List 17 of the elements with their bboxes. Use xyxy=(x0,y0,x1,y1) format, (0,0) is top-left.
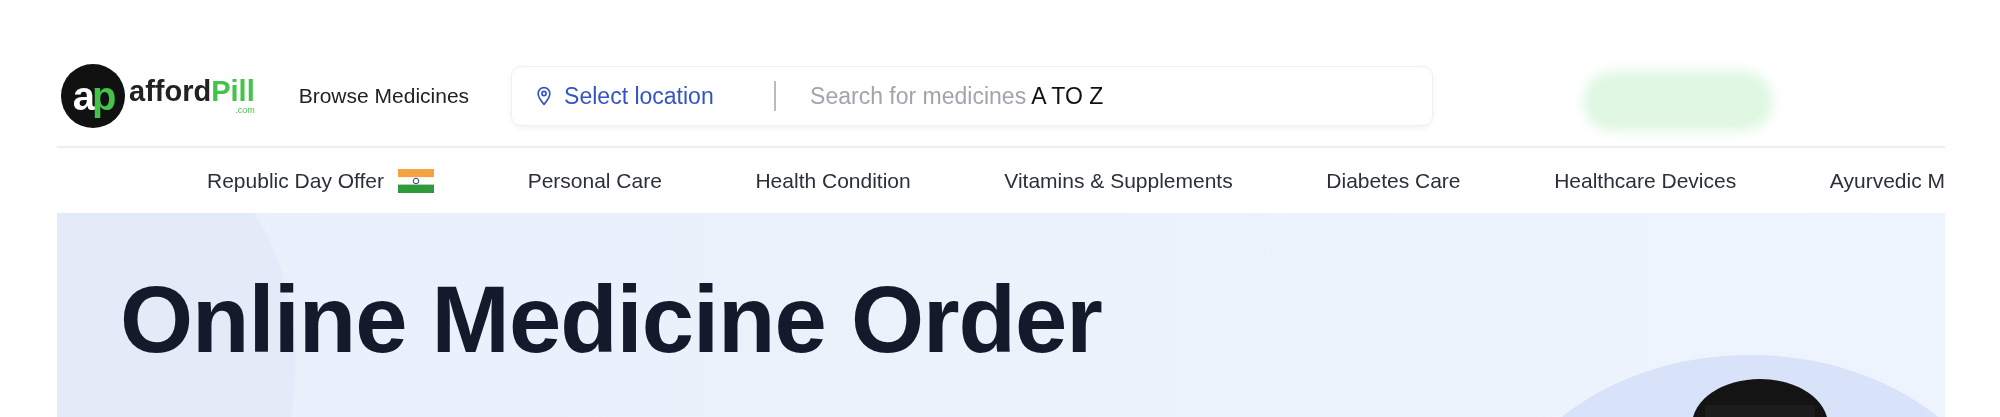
category-link[interactable]: Healthcare Devices xyxy=(1554,168,1737,193)
flag-icon xyxy=(398,168,435,193)
search-bar[interactable]: Select location Search for medicines A TO Z xyxy=(511,66,1434,126)
category-link[interactable]: Vitamins & Supplements xyxy=(1004,168,1233,193)
hero-heading: Online Medicine Order xyxy=(120,273,1102,367)
logo-text[interactable]: affordPill xyxy=(129,77,255,106)
category-link[interactable]: Health Condition xyxy=(755,168,911,193)
category-link[interactable]: Diabetes Care xyxy=(1326,168,1461,193)
search-field[interactable]: Search for medicines A TO Z xyxy=(810,82,1104,110)
category-link[interactable]: Ayurvedic M xyxy=(1829,168,1945,193)
category-link[interactable]: Personal Care xyxy=(527,168,662,193)
logo-badge[interactable]: ap xyxy=(61,64,125,128)
blurred-button[interactable] xyxy=(1583,71,1774,131)
category-link[interactable]: Republic Day Offer xyxy=(207,168,435,193)
logo-domain: .com xyxy=(235,106,255,115)
browse-medicines-link[interactable]: Browse Medicines xyxy=(298,84,470,108)
location-selector[interactable]: Select location xyxy=(534,82,775,110)
